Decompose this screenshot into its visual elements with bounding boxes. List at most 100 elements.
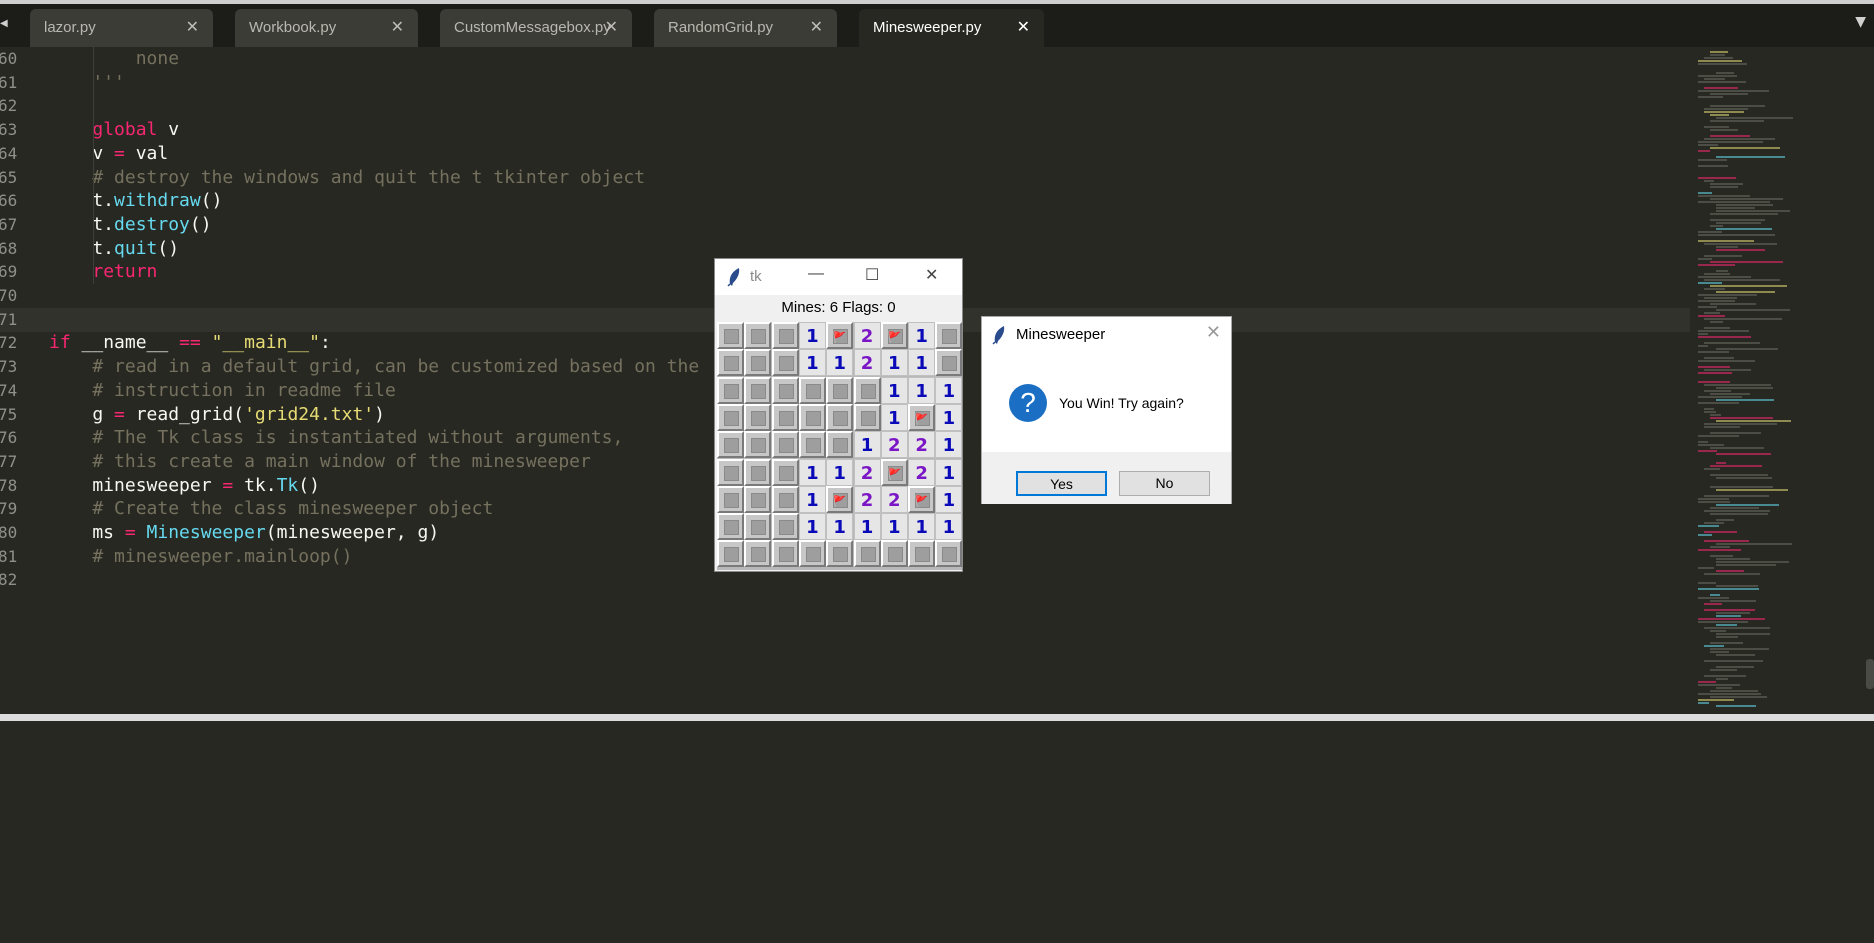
flag-icon[interactable]: 🚩 (880, 458, 908, 486)
flag-icon[interactable]: 🚩 (826, 322, 854, 349)
flag-icon[interactable]: 🚩 (908, 485, 936, 513)
mine-cell-number[interactable]: 1 (908, 322, 936, 349)
mine-cell-unrevealed[interactable] (717, 540, 744, 568)
mine-cell-unrevealed[interactable] (717, 458, 744, 486)
mine-cell-unrevealed[interactable] (908, 540, 936, 568)
tk-titlebar[interactable]: tk — ☐ ✕ (715, 259, 962, 295)
close-icon[interactable]: ✕ (810, 9, 823, 47)
mine-cell-number[interactable]: 1 (798, 485, 826, 513)
mine-cell-number[interactable]: 1 (908, 349, 936, 377)
close-icon[interactable]: ✕ (186, 9, 199, 47)
code-line[interactable]: 64 v = val (0, 142, 1690, 166)
mine-cell-unrevealed[interactable] (798, 376, 826, 404)
mine-cell-unrevealed[interactable] (717, 513, 744, 541)
mine-cell-number[interactable]: 1 (826, 513, 854, 541)
mine-cell-unrevealed[interactable] (717, 485, 744, 513)
mine-cell-unrevealed[interactable] (744, 540, 772, 568)
flag-icon[interactable]: 🚩 (880, 322, 908, 349)
mine-cell-unrevealed[interactable] (744, 485, 772, 513)
mine-cell-number[interactable]: 1 (798, 349, 826, 377)
mine-cell-unrevealed[interactable] (771, 349, 799, 377)
code-line[interactable]: 61 ''' (0, 71, 1690, 95)
mine-cell-unrevealed[interactable] (717, 349, 744, 377)
tab-custommessagebox[interactable]: CustomMessagebox.py ✕ (440, 9, 632, 47)
mine-cell-unrevealed[interactable] (826, 403, 854, 431)
tab-workbook[interactable]: Workbook.py ✕ (235, 9, 418, 47)
close-icon[interactable]: ✕ (391, 9, 404, 47)
mine-cell-number[interactable]: 2 (853, 458, 881, 486)
panel-divider[interactable] (0, 714, 1874, 721)
flag-icon[interactable]: 🚩 (826, 485, 854, 513)
mine-cell-unrevealed[interactable] (744, 458, 772, 486)
mine-cell-number[interactable]: 1 (935, 403, 963, 431)
code-line[interactable]: 66 t.withdraw() (0, 189, 1690, 213)
close-icon[interactable]: ✕ (1017, 9, 1030, 47)
mine-cell-number[interactable]: 2 (853, 349, 881, 377)
mine-cell-unrevealed[interactable] (826, 431, 854, 459)
mine-cell-unrevealed[interactable] (880, 540, 908, 568)
code-line[interactable]: 63 global v (0, 118, 1690, 142)
mine-cell-number[interactable]: 1 (798, 322, 826, 349)
flag-icon[interactable]: 🚩 (908, 403, 936, 431)
mine-cell-unrevealed[interactable] (771, 485, 799, 513)
mine-cell-unrevealed[interactable] (771, 322, 799, 349)
tab-scroll-left-icon[interactable]: ◀ (0, 18, 8, 29)
mine-cell-unrevealed[interactable] (717, 403, 744, 431)
mine-cell-number[interactable]: 1 (908, 376, 936, 404)
mine-cell-unrevealed[interactable] (717, 431, 744, 459)
close-icon[interactable]: ✕ (1206, 322, 1221, 343)
no-button[interactable]: No (1119, 471, 1210, 496)
maximize-icon[interactable]: ☐ (865, 265, 879, 285)
mine-cell-number[interactable]: 1 (798, 458, 826, 486)
console-panel[interactable] (0, 721, 1874, 943)
mine-cell-unrevealed[interactable] (771, 376, 799, 404)
mine-cell-number[interactable]: 2 (853, 322, 881, 349)
mine-cell-number[interactable]: 1 (935, 431, 963, 459)
mine-cell-number[interactable]: 1 (880, 513, 908, 541)
mine-cell-number[interactable]: 2 (880, 431, 908, 459)
tab-minesweeper[interactable]: Minesweeper.py ✕ (859, 9, 1044, 47)
mine-cell-number[interactable]: 1 (826, 458, 854, 486)
mine-cell-unrevealed[interactable] (771, 540, 799, 568)
tab-list-dropdown-icon[interactable]: ▼ (1855, 14, 1866, 30)
minimize-icon[interactable]: — (808, 265, 824, 283)
scrollbar-thumb[interactable] (1866, 659, 1874, 689)
mine-cell-number[interactable]: 1 (880, 403, 908, 431)
mine-cell-number[interactable]: 1 (908, 513, 936, 541)
code-line[interactable]: 60 none (0, 47, 1690, 71)
mine-cell-number[interactable]: 1 (798, 513, 826, 541)
mine-cell-unrevealed[interactable] (935, 322, 963, 349)
code-line[interactable]: 62 (0, 94, 1690, 118)
mine-cell-unrevealed[interactable] (744, 376, 772, 404)
close-icon[interactable]: ✕ (925, 265, 938, 285)
mine-cell-unrevealed[interactable] (935, 349, 963, 377)
mine-cell-unrevealed[interactable] (771, 431, 799, 459)
mine-cell-unrevealed[interactable] (935, 540, 963, 568)
mine-cell-number[interactable]: 1 (880, 349, 908, 377)
mine-cell-number[interactable]: 1 (853, 431, 881, 459)
mine-cell-unrevealed[interactable] (798, 540, 826, 568)
mine-cell-unrevealed[interactable] (744, 349, 772, 377)
mine-cell-unrevealed[interactable] (744, 513, 772, 541)
mine-cell-number[interactable]: 1 (935, 485, 963, 513)
mine-cell-number[interactable]: 1 (935, 458, 963, 486)
mine-cell-number[interactable]: 1 (826, 349, 854, 377)
mine-cell-unrevealed[interactable] (798, 431, 826, 459)
tab-randomgrid[interactable]: RandomGrid.py ✕ (654, 9, 837, 47)
mine-cell-number[interactable]: 1 (935, 513, 963, 541)
mine-cell-unrevealed[interactable] (744, 322, 772, 349)
mine-cell-number[interactable]: 1 (853, 513, 881, 541)
mine-cell-unrevealed[interactable] (744, 403, 772, 431)
mine-cell-unrevealed[interactable] (744, 431, 772, 459)
mine-cell-number[interactable]: 1 (880, 376, 908, 404)
mine-cell-number[interactable]: 2 (908, 431, 936, 459)
code-line[interactable]: 67 t.destroy() (0, 213, 1690, 237)
mine-cell-unrevealed[interactable] (853, 540, 881, 568)
mine-cell-number[interactable]: 2 (853, 485, 881, 513)
mine-cell-number[interactable]: 2 (880, 485, 908, 513)
mine-cell-unrevealed[interactable] (771, 513, 799, 541)
close-icon[interactable]: ✕ (605, 9, 618, 47)
mine-cell-unrevealed[interactable] (826, 540, 854, 568)
tab-lazor[interactable]: lazor.py ✕ (30, 9, 213, 47)
yes-button[interactable]: Yes (1016, 471, 1107, 496)
